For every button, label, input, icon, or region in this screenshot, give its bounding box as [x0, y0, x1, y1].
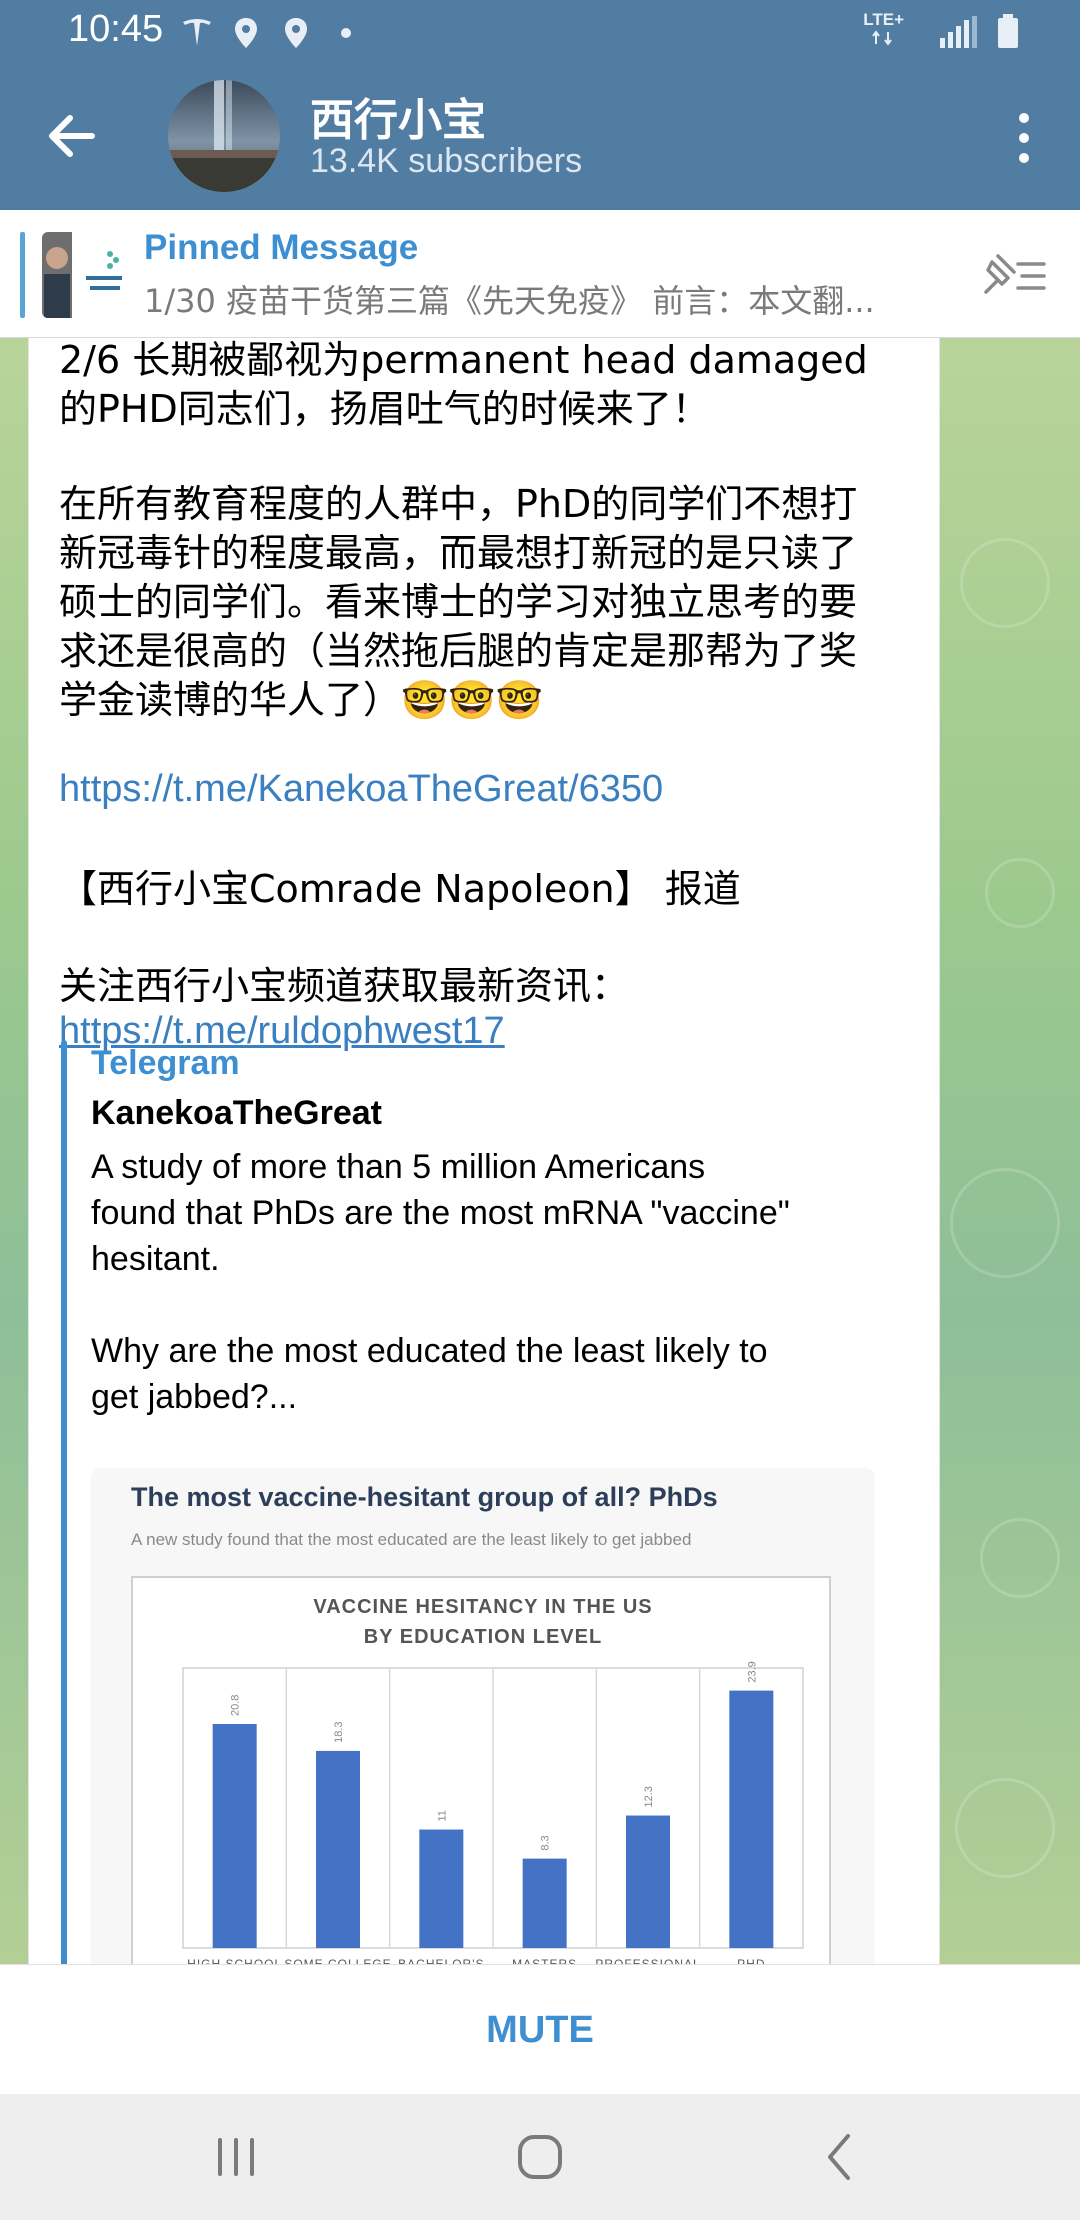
- back-button[interactable]: [40, 104, 104, 168]
- wallpaper-doodle: [955, 1778, 1055, 1878]
- preview-chart-image[interactable]: The most vaccine-hesitant group of all? …: [91, 1468, 875, 1964]
- category-label: SOME COLLEGE: [284, 1957, 391, 1964]
- pinned-text: 1/30 疫苗干货第三篇《先天免疫》 前言：本文翻...: [144, 282, 875, 320]
- wallpaper-doodle: [950, 1168, 1060, 1278]
- bar: [316, 1750, 360, 1948]
- bar-value-label: 18.3: [333, 1722, 345, 1743]
- bar-value-label: 20.8: [230, 1695, 242, 1716]
- bar: [626, 1815, 670, 1948]
- pinned-thumbnail: [42, 232, 128, 318]
- bar: [729, 1690, 774, 1948]
- pinned-indicator: [20, 232, 25, 318]
- bar-value-label: 12.3: [643, 1786, 655, 1807]
- category-label: HIGH SCHOOL: [187, 1957, 282, 1964]
- preview-site-name: Telegram: [91, 1044, 240, 1082]
- notification-dot-icon: [340, 24, 352, 43]
- tesla-icon: [180, 16, 214, 54]
- message-line: 求还是很高的（当然拖后腿的肯定是那帮为了奖: [59, 629, 858, 673]
- network-type: LTE+: [863, 10, 904, 29]
- more-menu-button[interactable]: [1004, 106, 1044, 170]
- location-icon-2: [282, 16, 310, 54]
- preview-description: get jabbed?...: [91, 1378, 298, 1416]
- bar-value-label: 11: [436, 1810, 448, 1821]
- message-line: 学金读博的华人了）🤓🤓🤓: [59, 678, 543, 722]
- wallpaper-doodle: [960, 538, 1050, 628]
- bar: [419, 1829, 464, 1948]
- chart-title: The most vaccine-hesitant group of all? …: [131, 1482, 718, 1512]
- chart-subtitle: A new study found that the most educated…: [131, 1530, 692, 1549]
- follow-line: 关注西行小宝频道获取最新资讯：: [59, 964, 630, 1008]
- preview-accent-bar: [61, 1040, 67, 1964]
- signal-icon: [938, 14, 978, 54]
- preview-description: hesitant.: [91, 1240, 220, 1278]
- back-arrow-icon: [49, 115, 95, 157]
- more-vertical-icon: [1019, 113, 1029, 163]
- wallpaper-doodle: [985, 858, 1055, 928]
- message-line: 新冠毒针的程度最高，而最想打新冠的是只读了: [59, 531, 858, 575]
- home-icon: [518, 2135, 562, 2179]
- recent-apps-icon: [218, 2138, 254, 2176]
- category-label: MASTERS: [512, 1957, 577, 1964]
- preview-description: found that PhDs are the most mRNA "vacci…: [91, 1194, 790, 1232]
- preview-description: A study of more than 5 million Americans: [91, 1148, 706, 1186]
- link-preview[interactable]: Telegram KanekoaTheGreat A study of more…: [61, 1040, 901, 1964]
- wallpaper-doodle: [980, 1518, 1060, 1598]
- bar-chart: 20.8HIGH SCHOOLOR LESS18.3SOME COLLEGE11…: [182, 1661, 804, 1964]
- preview-description: Why are the most educated the least like…: [91, 1332, 768, 1370]
- channel-title[interactable]: 西行小宝: [310, 84, 486, 148]
- pinned-title: Pinned Message: [144, 228, 419, 267]
- battery-icon: [996, 14, 1020, 54]
- location-icon: [232, 16, 260, 54]
- category-label: PROFESSIONAL: [595, 1957, 700, 1964]
- toolbar: 西行小宝 13.4K subscribers: [0, 64, 1080, 210]
- message-line: 2/6 长期被鄙视为permanent head damaged: [59, 338, 868, 382]
- bar: [212, 1724, 257, 1948]
- bar-value-label: 23.9: [746, 1661, 758, 1682]
- bar-value-label: 8.3: [540, 1835, 552, 1850]
- nav-back-icon: [828, 2134, 850, 2180]
- mute-button[interactable]: MUTE: [0, 1965, 1080, 2095]
- message-line: 硕士的同学们。看来博士的学习对独立思考的要: [59, 580, 858, 624]
- bar: [522, 1858, 567, 1948]
- preview-title: KanekoaTheGreat: [91, 1094, 382, 1132]
- category-label: BACHELOR'S: [398, 1957, 484, 1964]
- message-line: 的PHD同志们，扬眉吐气的时候来了！: [59, 387, 710, 431]
- nav-back-button[interactable]: [800, 2122, 880, 2192]
- message-line: 在所有教育程度的人群中，PhD的同学们不想打: [59, 482, 858, 526]
- credit-line: 【西行小宝Comrade Napoleon】 报道: [59, 867, 741, 911]
- category-label: PHD: [737, 1957, 765, 1964]
- message-link[interactable]: https://t.me/KanekoaTheGreat/6350: [59, 768, 663, 811]
- status-time: 10:45: [68, 8, 164, 50]
- system-nav-bar: [0, 2094, 1080, 2220]
- channel-avatar[interactable]: [168, 80, 280, 192]
- app-header: 10:45 LTE+ 西行小宝 13.4K subscribers: [0, 0, 1080, 210]
- chart-frame: VACCINE HESITANCY IN THE US BY EDUCATION…: [131, 1576, 831, 1964]
- network-arrows-icon: [870, 30, 896, 50]
- pinned-list-button[interactable]: [978, 248, 1050, 304]
- pinned-message-bar[interactable]: Pinned Message 1/30 疫苗干货第三篇《先天免疫》 前言：本文翻…: [0, 210, 1080, 338]
- chat-background: 2/6 长期被鄙视为permanent head damaged 的PHD同志们…: [0, 338, 1080, 1964]
- bottom-action-bar: MUTE: [0, 1964, 1080, 2094]
- subscriber-count: 13.4K subscribers: [310, 142, 583, 180]
- recent-apps-button[interactable]: [196, 2122, 276, 2192]
- pin-list-icon: [984, 254, 1046, 294]
- home-button[interactable]: [500, 2122, 580, 2192]
- message-bubble[interactable]: 2/6 长期被鄙视为permanent head damaged 的PHD同志们…: [28, 338, 940, 1964]
- status-bar: 10:45 LTE+: [0, 0, 1080, 64]
